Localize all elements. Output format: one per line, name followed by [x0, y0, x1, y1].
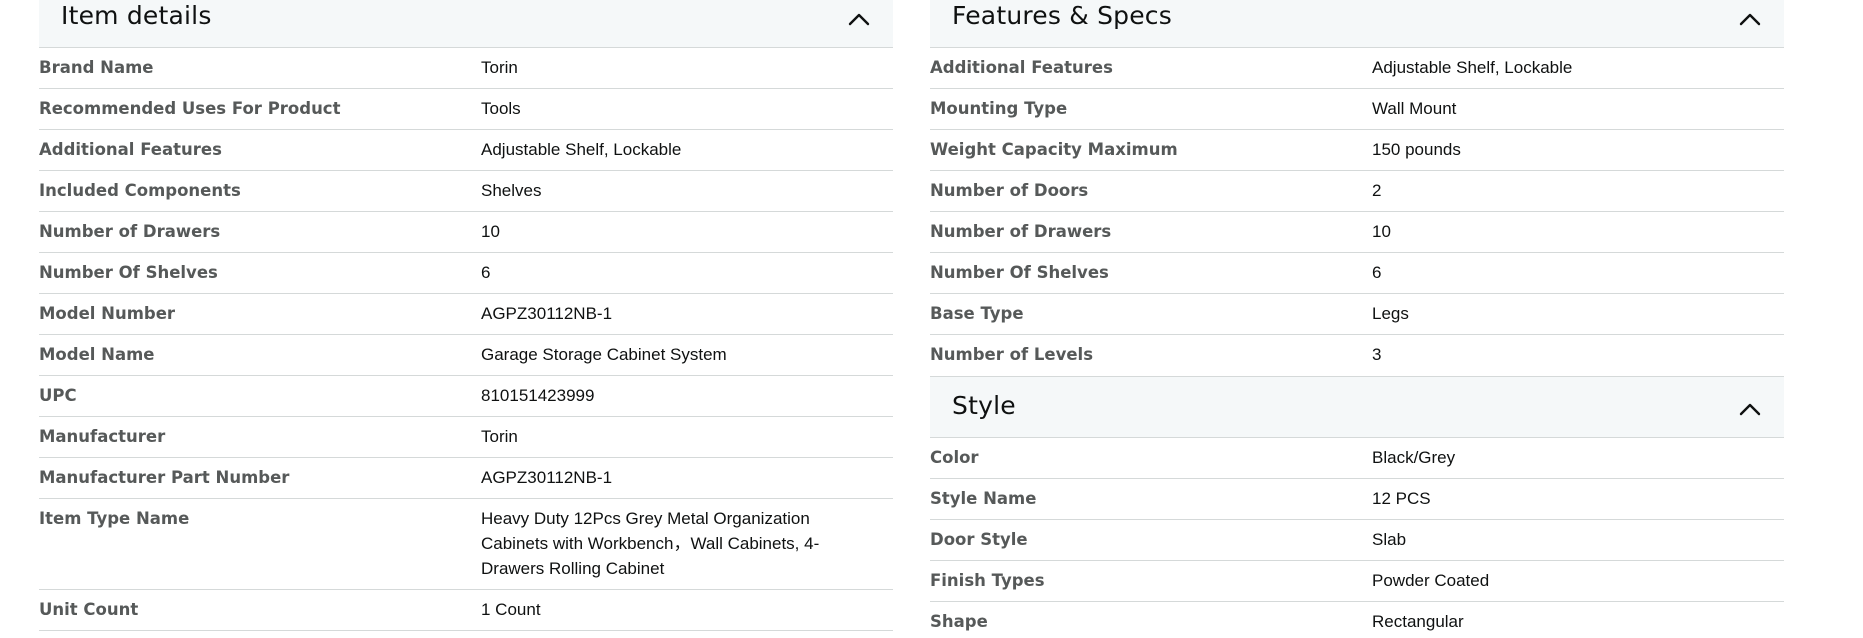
table-row: Additional Features Adjustable Shelf, Lo…	[930, 48, 1784, 89]
row-value: 10	[481, 222, 500, 241]
row-value: 10	[1372, 222, 1391, 241]
row-value: Rectangular	[1372, 612, 1464, 631]
row-label: Color	[930, 448, 979, 467]
table-row: Item Type Name Heavy Duty 12Pcs Grey Met…	[39, 499, 893, 590]
row-value: Garage Storage Cabinet System	[481, 345, 727, 364]
row-label: Model Number	[39, 304, 176, 323]
table-row: Mounting Type Wall Mount	[930, 89, 1784, 130]
features-specs-title: Features & Specs	[952, 1, 1172, 30]
row-value: Heavy Duty 12Pcs Grey Metal Organization…	[481, 509, 820, 578]
row-value: Tools	[481, 99, 521, 118]
row-label: UPC	[39, 386, 77, 405]
table-row: Model Number AGPZ30112NB-1	[39, 294, 893, 335]
row-value: AGPZ30112NB-1	[481, 468, 613, 487]
table-row: Unit Count 1 Count	[39, 590, 893, 631]
row-value: Wall Mount	[1372, 99, 1457, 118]
row-label: Additional Features	[930, 58, 1113, 77]
table-row: Manufacturer Torin	[39, 417, 893, 458]
item-details-section: Item details Brand Name Torin Recommende…	[39, 0, 893, 631]
row-label: Brand Name	[39, 58, 154, 77]
row-label: Finish Types	[930, 571, 1045, 590]
row-value: Shelves	[481, 181, 542, 200]
table-row: Base Type Legs	[930, 294, 1784, 335]
table-row: Number of Drawers 10	[39, 212, 893, 253]
row-value: Slab	[1372, 530, 1407, 549]
row-label: Style Name	[930, 489, 1037, 508]
chevron-up-icon[interactable]	[1738, 397, 1762, 421]
table-row: Weight Capacity Maximum 150 pounds	[930, 130, 1784, 171]
table-row: Finish Types Powder Coated	[930, 561, 1784, 602]
row-value: 810151423999	[481, 386, 595, 405]
table-row: Model Name Garage Storage Cabinet System	[39, 335, 893, 376]
row-label: Number of Drawers	[39, 222, 221, 241]
row-value: 150 pounds	[1372, 140, 1461, 159]
style-header[interactable]: Style	[930, 376, 1784, 438]
row-label: Item Type Name	[39, 509, 190, 528]
table-row: Number of Drawers 10	[930, 212, 1784, 253]
row-value: 12 PCS	[1372, 489, 1431, 508]
table-row: Number of Doors 2	[930, 171, 1784, 212]
row-label: Door Style	[930, 530, 1028, 549]
row-value: 6	[481, 263, 491, 282]
row-label: Base Type	[930, 304, 1024, 323]
style-title: Style	[952, 391, 1016, 420]
table-row: Recommended Uses For Product Tools	[39, 89, 893, 130]
row-label: Number Of Shelves	[39, 263, 218, 282]
row-label: Number of Doors	[930, 181, 1089, 200]
table-row: Door Style Slab	[930, 520, 1784, 561]
row-label: Shape	[930, 612, 988, 631]
row-label: Weight Capacity Maximum	[930, 140, 1178, 159]
row-label: Manufacturer Part Number	[39, 468, 290, 487]
table-row: Manufacturer Part Number AGPZ30112NB-1	[39, 458, 893, 499]
row-value: Torin	[481, 427, 518, 446]
item-details-header[interactable]: Item details	[39, 0, 893, 48]
row-label: Additional Features	[39, 140, 222, 159]
table-row: UPC 810151423999	[39, 376, 893, 417]
row-value: Powder Coated	[1372, 571, 1490, 590]
row-label: Number of Levels	[930, 345, 1094, 364]
row-value: Legs	[1372, 304, 1409, 323]
row-value: Adjustable Shelf, Lockable	[1372, 58, 1573, 77]
table-row: Number of Levels 3	[930, 335, 1784, 376]
row-label: Recommended Uses For Product	[39, 99, 341, 118]
row-label: Manufacturer	[39, 427, 166, 446]
row-label: Included Components	[39, 181, 241, 200]
row-value: 3	[1372, 345, 1382, 364]
chevron-up-icon[interactable]	[847, 7, 871, 31]
table-row: Color Black/Grey	[930, 438, 1784, 479]
row-value: Adjustable Shelf, Lockable	[481, 140, 682, 159]
row-label: Model Name	[39, 345, 155, 364]
table-row: Style Name 12 PCS	[930, 479, 1784, 520]
item-details-title: Item details	[61, 1, 212, 30]
row-value: 1 Count	[481, 600, 541, 619]
row-label: Number of Drawers	[930, 222, 1112, 241]
features-specs-section: Features & Specs Additional Features Adj…	[930, 0, 1784, 638]
row-value: Black/Grey	[1372, 448, 1456, 467]
row-value: 6	[1372, 263, 1382, 282]
row-label: Mounting Type	[930, 99, 1068, 118]
table-row: Included Components Shelves	[39, 171, 893, 212]
table-row: Shape Rectangular	[930, 602, 1784, 638]
row-label: Unit Count	[39, 600, 139, 619]
chevron-up-icon[interactable]	[1738, 7, 1762, 31]
features-specs-header[interactable]: Features & Specs	[930, 0, 1784, 48]
row-value: Torin	[481, 58, 518, 77]
table-row: Additional Features Adjustable Shelf, Lo…	[39, 130, 893, 171]
row-value: AGPZ30112NB-1	[481, 304, 613, 323]
row-label: Number Of Shelves	[930, 263, 1109, 282]
table-row: Brand Name Torin	[39, 48, 893, 89]
product-details-page: Item details Brand Name Torin Recommende…	[0, 0, 1863, 638]
table-row: Number Of Shelves 6	[39, 253, 893, 294]
row-value: 2	[1372, 181, 1382, 200]
table-row: Number Of Shelves 6	[930, 253, 1784, 294]
